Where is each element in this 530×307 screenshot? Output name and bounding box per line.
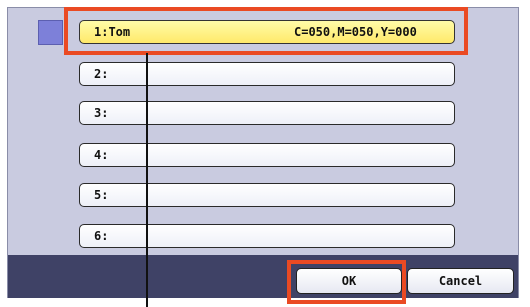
slot-label: 3: (94, 106, 109, 120)
slot-label: 4: (94, 148, 109, 162)
cancel-button[interactable]: Cancel (407, 268, 514, 294)
slot-label: 5: (94, 188, 109, 202)
preset-slot-6[interactable]: 6: (79, 224, 455, 248)
slot-label: 6: (94, 229, 109, 243)
highlight-box-slot-1 (64, 7, 468, 55)
preset-slot-2[interactable]: 2: (79, 62, 455, 86)
selection-indicator (38, 20, 63, 45)
preset-slot-3[interactable]: 3: (79, 101, 455, 125)
callout-line (146, 53, 148, 307)
preset-slot-4[interactable]: 4: (79, 143, 455, 167)
highlight-box-ok (287, 260, 406, 304)
preset-slot-5[interactable]: 5: (79, 183, 455, 207)
slot-label: 2: (94, 67, 109, 81)
